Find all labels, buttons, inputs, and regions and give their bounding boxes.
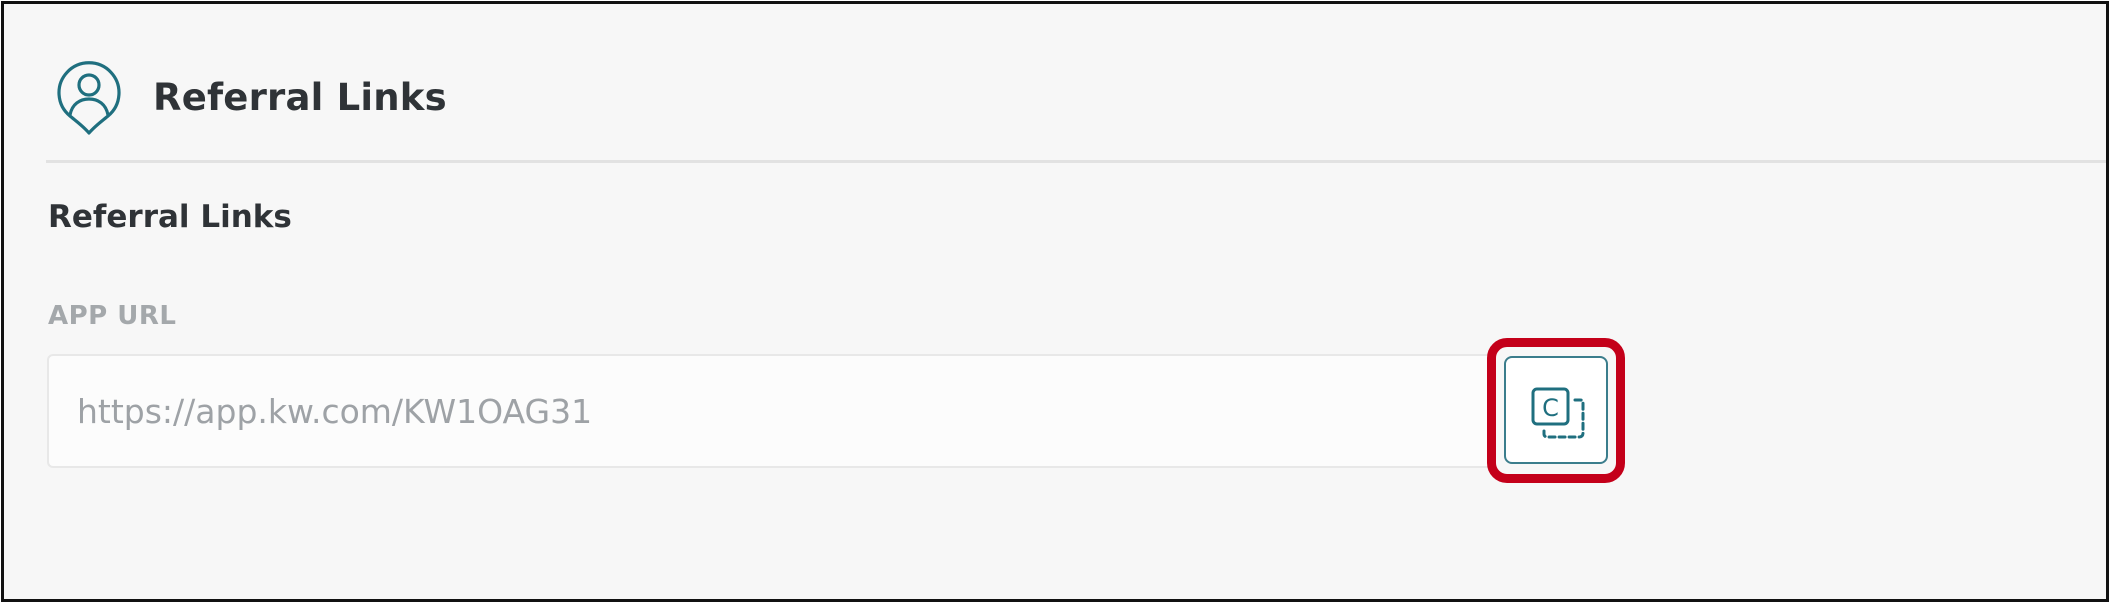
referral-links-panel: Referral Links Referral Links APP URL C [1, 1, 2109, 602]
copy-icon: C [1531, 387, 1585, 439]
copy-url-button[interactable]: C [1504, 356, 1608, 464]
app-url-field[interactable] [47, 354, 1495, 468]
section-title: Referral Links [48, 199, 292, 235]
copy-icon-glyph: C [1542, 394, 1559, 422]
user-location-pin-icon [56, 60, 122, 136]
panel-header: Referral Links [4, 4, 2106, 162]
app-url-label: APP URL [48, 301, 177, 331]
page-title: Referral Links [153, 76, 447, 119]
header-divider [46, 160, 2106, 163]
